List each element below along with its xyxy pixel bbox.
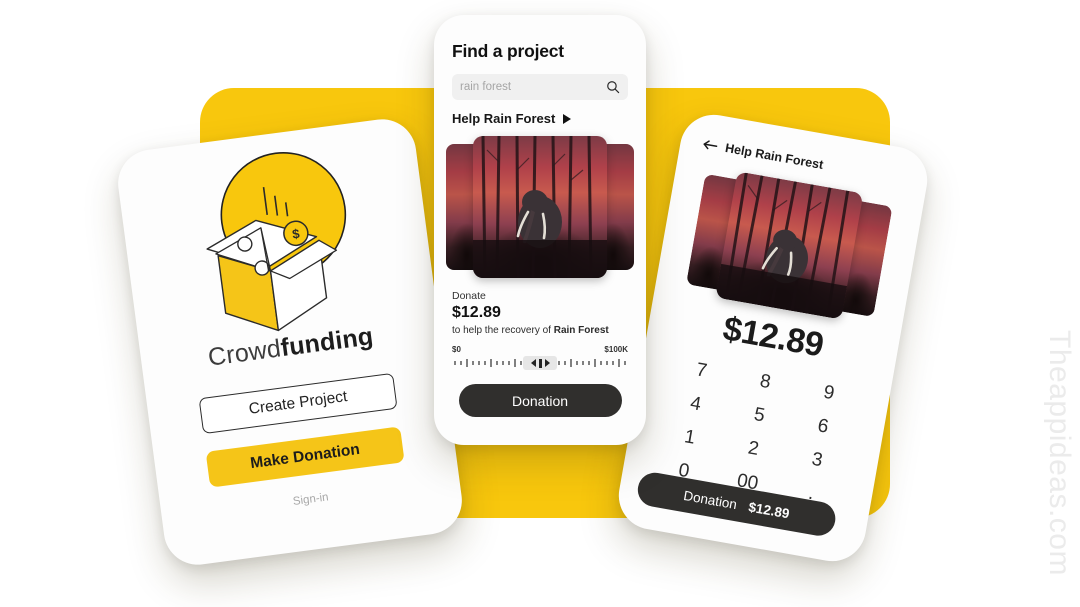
donate-description-project: Rain Forest: [553, 325, 609, 336]
slider-handle[interactable]: [523, 356, 557, 370]
search-icon[interactable]: [606, 80, 620, 94]
scene: $ Crowdfunding Create Project Make Donat…: [0, 0, 1080, 607]
project-header: Help Rain Forest: [701, 137, 824, 172]
create-project-button[interactable]: Create Project: [198, 372, 398, 435]
slider-handle-bar: [538, 358, 542, 368]
slider-arrow-right-icon[interactable]: [544, 359, 550, 367]
make-donation-button[interactable]: Make Donation: [205, 426, 405, 488]
donate-description: to help the recovery of Rain Forest: [452, 325, 628, 336]
project-header-label: Help Rain Forest: [724, 140, 825, 172]
forest-elephant-illustration: [473, 136, 607, 278]
phone-mockup-find-project: Find a project rain forest Help Rain For…: [434, 15, 646, 445]
open-box-icon: $: [206, 151, 347, 332]
project-image-carousel[interactable]: [446, 136, 634, 280]
range-min-label: $0: [452, 345, 461, 354]
range-labels: $0 $100K: [452, 345, 628, 354]
donation-button-amount: $12.89: [747, 498, 791, 521]
carousel-card-active[interactable]: [715, 171, 864, 320]
project-name-label: Help Rain Forest: [452, 111, 556, 126]
donation-button-label: Donation: [682, 487, 739, 512]
donate-label: Donate: [452, 290, 486, 302]
arrow-left-icon[interactable]: [702, 138, 719, 152]
find-project-title: Find a project: [452, 41, 564, 61]
donation-button[interactable]: Donation: [458, 384, 622, 417]
search-input[interactable]: rain forest: [452, 74, 628, 100]
amount-slider[interactable]: [452, 356, 628, 370]
play-triangle-icon[interactable]: [563, 113, 572, 124]
slider-arrow-left-icon[interactable]: [530, 359, 536, 367]
sign-in-link[interactable]: Sign-in: [161, 474, 460, 525]
donate-amount: $12.89: [452, 304, 501, 321]
watermark-text: Theappideas.com: [1043, 330, 1076, 576]
project-section-title: Help Rain Forest: [452, 111, 628, 126]
donate-description-prefix: to help the recovery of: [452, 325, 554, 336]
forest-elephant-illustration: [715, 172, 850, 320]
carousel-card-active[interactable]: [473, 136, 607, 278]
phone-mockup-onboarding: $ Crowdfunding Create Project Make Donat…: [114, 115, 466, 569]
search-placeholder-text: rain forest: [460, 81, 512, 93]
range-max-label: $100K: [604, 345, 628, 354]
